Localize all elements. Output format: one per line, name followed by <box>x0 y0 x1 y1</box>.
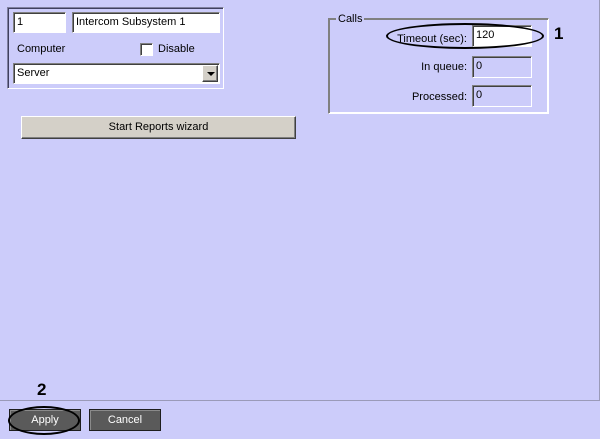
calls-group-title: Calls <box>336 13 365 25</box>
apply-button[interactable]: Apply <box>9 409 81 431</box>
timeout-label: Timeout (sec): <box>397 33 467 45</box>
callout-number-1: 1 <box>554 24 564 43</box>
processed-label: Processed: <box>411 91 467 103</box>
timeout-input[interactable]: 120 <box>472 25 532 47</box>
computer-select-value: Server <box>17 67 50 79</box>
start-reports-wizard-button[interactable]: Start Reports wizard <box>21 116 296 139</box>
computer-select[interactable]: Server <box>13 63 220 84</box>
object-name-field[interactable]: Intercom Subsystem 1 <box>72 12 220 33</box>
in-queue-field: 0 <box>472 56 532 78</box>
disable-label: Disable <box>158 43 195 55</box>
cancel-button[interactable]: Cancel <box>89 409 161 431</box>
processed-field: 0 <box>472 85 532 107</box>
settings-panel: 1 Intercom Subsystem 1 Computer Disable … <box>0 0 600 400</box>
in-queue-label: In queue: <box>421 61 467 73</box>
disable-checkbox[interactable] <box>140 43 153 56</box>
callout-number-2: 2 <box>37 380 47 399</box>
chevron-down-icon[interactable] <box>202 65 218 82</box>
computer-label: Computer <box>17 43 66 55</box>
object-id-field[interactable]: 1 <box>13 12 66 33</box>
